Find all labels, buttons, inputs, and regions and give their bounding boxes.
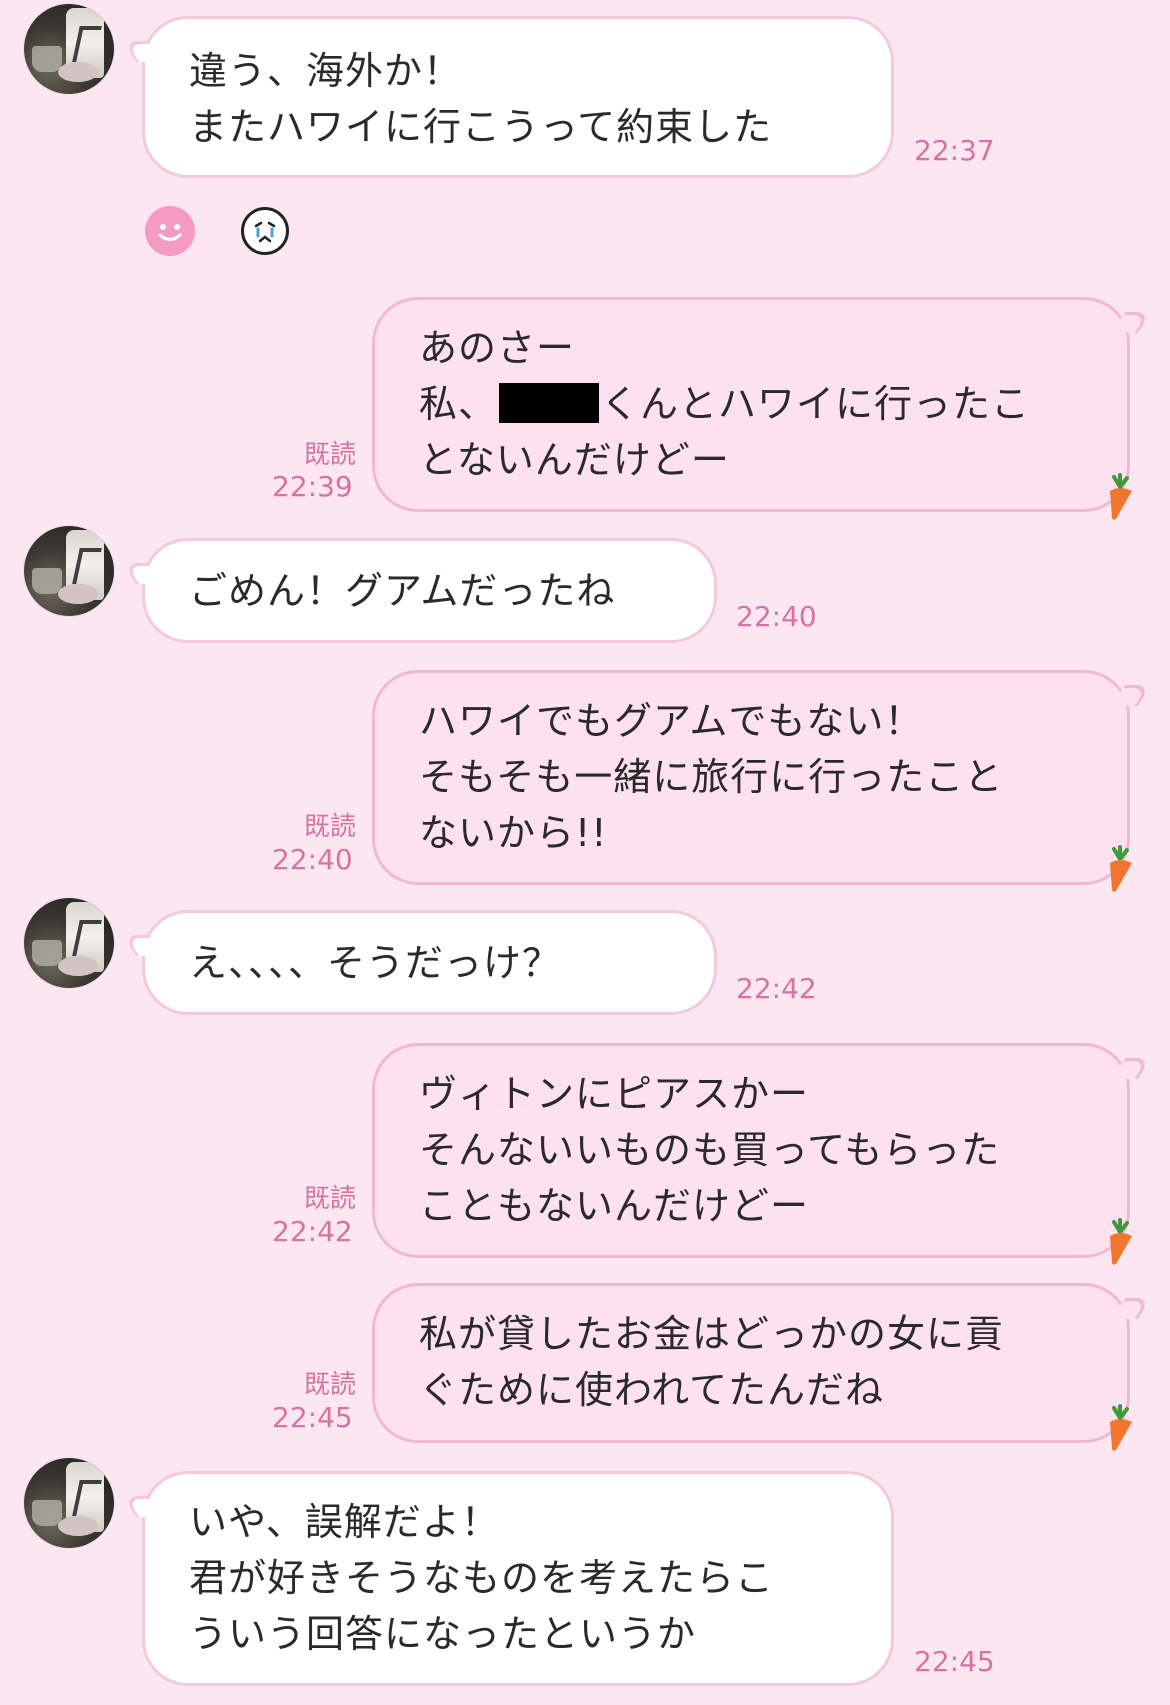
carrot-icon	[1110, 1404, 1132, 1451]
message-text: え、、、、そうだっけ？	[189, 941, 562, 985]
carrot-icon	[1110, 473, 1132, 520]
message-time: 22:39	[272, 470, 353, 503]
smile-icon[interactable]	[145, 206, 195, 256]
message-bubble[interactable]: いや、誤解だよ！ 君が好きそうなものを考えたらこ ういう回答になったというか	[142, 1471, 894, 1686]
message-time: 22:37	[914, 134, 995, 167]
read-receipt: 既読	[303, 812, 356, 842]
message-text: ういう回答になったというか	[189, 1612, 697, 1656]
message-time: 22:40	[736, 600, 817, 633]
message-bubble[interactable]: ごめん！グアムだったね	[142, 538, 717, 643]
crying-face-icon[interactable]	[241, 207, 289, 255]
read-receipt: 既読	[303, 1184, 356, 1214]
message-bubble[interactable]: ヴィトンにピアスかー そんないいものも買ってもらった こともないんだけどー	[372, 1043, 1130, 1258]
carrot-icon	[1110, 845, 1132, 892]
message-bubble[interactable]: え、、、、そうだっけ？	[142, 910, 717, 1015]
message-text: そもそも一緒に旅行に行ったこと	[419, 755, 1004, 799]
message-text: ないから!!	[419, 811, 608, 855]
message-text: そんないいものも買ってもらった	[419, 1128, 1001, 1172]
read-receipt: 既読	[303, 440, 356, 470]
message-time: 22:40	[272, 843, 353, 876]
avatar[interactable]	[24, 1458, 114, 1548]
message-time: 22:42	[736, 972, 817, 1005]
redacted-name	[499, 383, 600, 423]
message-text: ハワイでもグアムでもない！	[419, 699, 924, 743]
message-text: 私、 くんとハワイに行ったこ	[419, 382, 1031, 426]
message-time: 22:45	[272, 1401, 353, 1434]
message-bubble[interactable]: あのさー 私、 くんとハワイに行ったこ とないんだけどー	[372, 297, 1130, 512]
read-receipt: 既読	[303, 1370, 356, 1400]
message-bubble[interactable]: 違う、海外か！ またハワイに行こうって約束した	[142, 16, 894, 178]
message-text: あのさー	[419, 326, 576, 370]
message-time: 22:45	[914, 1645, 995, 1678]
message-text: 私が貸したお金はどっかの女に貢	[419, 1312, 1005, 1356]
message-text: いや、誤解だよ！	[189, 1500, 500, 1544]
message-text: とないんだけどー	[419, 438, 730, 482]
message-bubble[interactable]: ハワイでもグアムでもない！ そもそも一緒に旅行に行ったこと ないから!!	[372, 670, 1130, 885]
message-text: ぐために使われてたんだね	[419, 1368, 884, 1412]
message-text: こともないんだけどー	[419, 1184, 810, 1228]
avatar[interactable]	[24, 898, 114, 988]
message-text: 君が好きそうなものを考えたらこ	[189, 1556, 775, 1600]
carrot-icon	[1110, 1218, 1132, 1265]
message-bubble[interactable]: 私が貸したお金はどっかの女に貢 ぐために使われてたんだね	[372, 1283, 1130, 1443]
message-text: ごめん！グアムだったね	[189, 569, 616, 613]
message-text: ヴィトンにピアスかー	[419, 1072, 810, 1116]
avatar[interactable]	[24, 4, 114, 94]
message-time: 22:42	[272, 1215, 353, 1248]
message-text: 違う、海外か！	[189, 49, 463, 93]
avatar[interactable]	[24, 526, 114, 616]
message-text: またハワイに行こうって約束した	[189, 105, 773, 149]
